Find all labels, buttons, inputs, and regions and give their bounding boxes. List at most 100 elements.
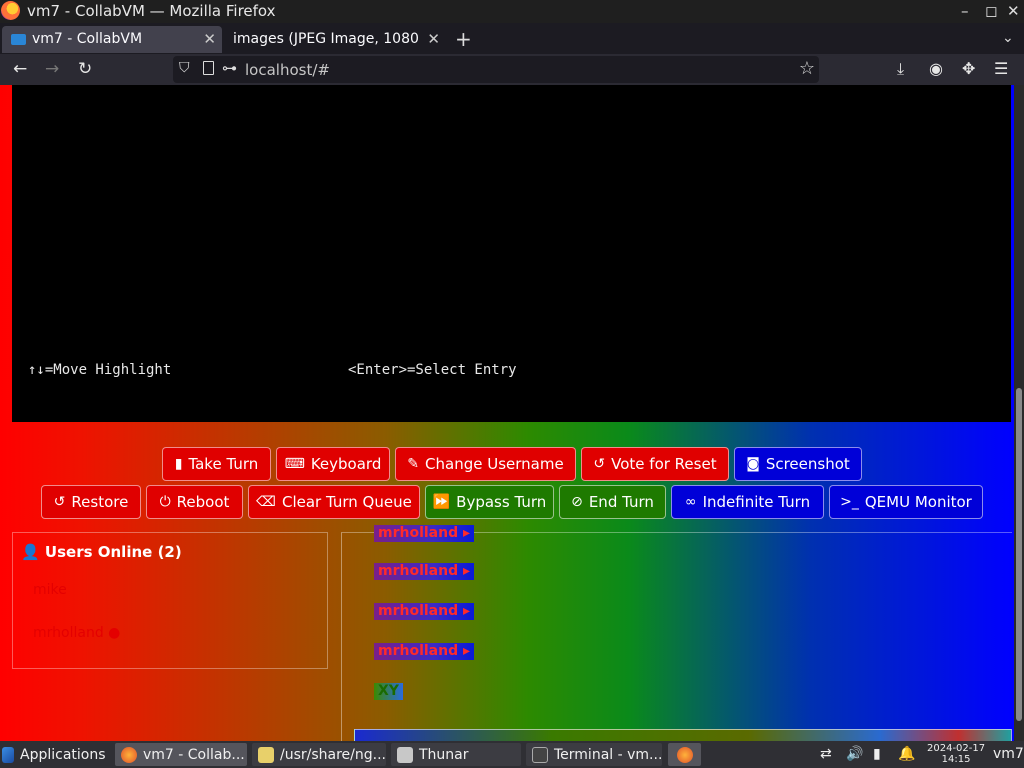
users-title-text: Users Online (44, 543, 153, 561)
button-label: Keyboard (310, 455, 382, 473)
vm-display[interactable]: ↑↓=Move Highlight <Enter>=Select Entry (12, 85, 1011, 422)
clock-time: 14:15 (941, 754, 971, 765)
notifications-bell-icon[interactable]: 🔔 (898, 746, 915, 762)
users-count: (2) (157, 543, 182, 561)
taskbar-window-editor[interactable]: /usr/share/ng... (252, 743, 386, 766)
button-label: Vote for Reset (611, 455, 717, 473)
xfce-logo-icon (2, 746, 14, 763)
taskbar-window-label: /usr/share/ng... (280, 746, 386, 763)
reboot-button[interactable]: ⏻ Reboot (146, 485, 243, 519)
user-icon: 👤 (21, 543, 40, 561)
user-edit-icon: ✎ (407, 456, 420, 472)
new-tab-button[interactable]: + (455, 27, 472, 51)
chat-message: mrholland ▸ (374, 563, 475, 580)
applications-menu[interactable]: Applications (2, 743, 106, 766)
keyboard-button[interactable]: ⌨ Keyboard (276, 447, 390, 481)
taskbar-window-label: Thunar (419, 746, 469, 763)
url-text[interactable]: localhost/# (245, 61, 330, 79)
button-label: Take Turn (188, 455, 259, 473)
chat-message: mrholland ▸ (374, 525, 475, 542)
window-titlebar: vm7 - CollabVM — Mozilla Firefox – ◻ ✕ (0, 0, 1024, 23)
navigation-toolbar: ← → ↻ ⛉ ⊶ localhost/# ☆ ⤓ ◉ ✥ ☰ (0, 54, 1024, 85)
clock[interactable]: 2024-02-17 14:15 (927, 743, 985, 765)
button-label: Screenshot (765, 455, 850, 473)
file-manager-icon (397, 746, 413, 763)
tab-images[interactable]: images (JPEG Image, 1080 × ✕ (224, 26, 446, 53)
window-title: vm7 - CollabVM — Mozilla Firefox (27, 2, 276, 20)
bypass-turn-button[interactable]: ⏩ Bypass Turn (425, 485, 554, 519)
keyboard-icon: ⌨ (284, 456, 305, 472)
tab-collabvm[interactable]: vm7 - CollabVM ✕ (2, 26, 222, 53)
button-label: QEMU Monitor (864, 493, 972, 511)
network-icon[interactable]: ⇄ (820, 746, 832, 762)
tab-label: images (JPEG Image, 1080 × (233, 31, 421, 47)
button-label: Reboot (176, 493, 230, 511)
button-label: Restore (71, 493, 129, 511)
clear-turn-queue-button[interactable]: ⌫ Clear Turn Queue (248, 485, 420, 519)
firefox-logo-icon (1, 1, 20, 20)
taskbar-window-terminal[interactable]: Terminal - vm... (526, 743, 662, 766)
button-label: Change Username (425, 455, 564, 473)
volume-icon[interactable]: 🔊 (846, 746, 863, 762)
tab-label: vm7 - CollabVM (32, 31, 143, 47)
maximize-button[interactable]: ◻ (985, 2, 997, 20)
shield-icon[interactable]: ⛉ (179, 60, 190, 76)
page-scrollbar[interactable] (1014, 85, 1024, 741)
users-online-panel: 👤 Users Online (2) mike mrholland ● (12, 532, 328, 669)
close-tab-icon[interactable]: ✕ (203, 30, 216, 48)
text-editor-icon (258, 746, 274, 763)
tab-bar: vm7 - CollabVM ✕ images (JPEG Image, 108… (0, 23, 1024, 54)
user-list-item[interactable]: mrholland ● (33, 625, 120, 641)
screenshot-button[interactable]: ◙ Screenshot (734, 447, 862, 481)
take-turn-button[interactable]: ▮ Take Turn (162, 447, 271, 481)
page-icon (203, 61, 214, 75)
list-all-tabs-icon[interactable]: ⌄ (1002, 30, 1014, 46)
change-username-button[interactable]: ✎ Change Username (395, 447, 576, 481)
scrollbar-thumb[interactable] (1016, 388, 1022, 721)
indefinite-turn-button[interactable]: ∞ Indefinite Turn (671, 485, 824, 519)
close-tab-icon[interactable]: ✕ (427, 30, 440, 48)
host-label[interactable]: vm7 (993, 746, 1024, 762)
chat-message: mrholland ▸ (374, 603, 475, 620)
eraser-icon: ⌫ (256, 494, 276, 510)
key-icon[interactable]: ⊶ (222, 59, 237, 77)
taskbar: Applications vm7 - Collab... /usr/share/… (0, 741, 1024, 768)
url-bar[interactable]: ⛉ ⊶ localhost/# ☆ (173, 56, 819, 83)
power-icon: ⏻ (159, 494, 171, 510)
clock-date: 2024-02-17 (927, 743, 986, 754)
battery-icon[interactable]: ▮ (873, 746, 881, 762)
qemu-monitor-button[interactable]: >_ QEMU Monitor (829, 485, 983, 519)
restore-icon: ↺ (53, 494, 66, 510)
terminal-icon (532, 746, 548, 763)
taskbar-window-label: Terminal - vm... (554, 746, 662, 763)
menu-icon[interactable]: ☰ (994, 59, 1008, 78)
applications-label: Applications (20, 746, 106, 763)
taskbar-window-firefox[interactable]: vm7 - Collab... (115, 743, 247, 766)
taskbar-launcher-firefox[interactable] (668, 743, 701, 766)
button-label: Indefinite Turn (702, 493, 811, 511)
taskbar-window-label: vm7 - Collab... (143, 746, 245, 763)
firefox-icon (676, 746, 693, 763)
terminal-icon: >_ (840, 494, 859, 510)
minimize-button[interactable]: – (961, 2, 969, 20)
forward-button[interactable]: → (45, 59, 59, 79)
infinity-icon: ∞ (684, 494, 697, 510)
user-list-item[interactable]: mike (33, 582, 67, 598)
users-online-heading: 👤 Users Online (2) (21, 543, 182, 561)
button-label: End Turn (588, 493, 654, 511)
bookmark-star-icon[interactable]: ☆ (799, 58, 815, 79)
chat-input[interactable] (354, 729, 1012, 741)
button-label: Clear Turn Queue (281, 493, 412, 511)
extensions-icon[interactable]: ✥ (962, 59, 975, 78)
taskbar-window-thunar[interactable]: Thunar (391, 743, 521, 766)
account-icon[interactable]: ◉ (929, 59, 943, 78)
reload-button[interactable]: ↻ (78, 59, 92, 79)
back-button[interactable]: ← (13, 59, 27, 79)
downloads-icon[interactable]: ⤓ (897, 59, 904, 79)
firefox-icon (121, 746, 137, 763)
end-turn-button[interactable]: ⊘ End Turn (559, 485, 666, 519)
close-window-button[interactable]: ✕ (1007, 2, 1020, 20)
console-hint-select: <Enter>=Select Entry (348, 362, 517, 378)
restore-button[interactable]: ↺ Restore (41, 485, 141, 519)
vote-for-reset-button[interactable]: ↺ Vote for Reset (581, 447, 729, 481)
